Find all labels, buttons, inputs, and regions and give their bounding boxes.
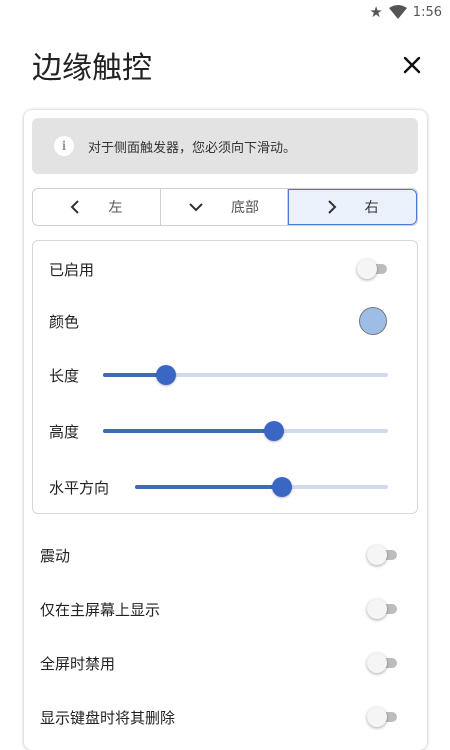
color-swatch[interactable] — [359, 307, 387, 335]
tab-right[interactable]: 右 — [288, 189, 417, 225]
chevron-right-icon — [327, 200, 337, 214]
length-slider[interactable] — [103, 365, 388, 385]
color-row: 颜色 — [49, 307, 401, 335]
close-button[interactable] — [398, 51, 426, 79]
horizontal-label: 水平方向 — [49, 478, 110, 497]
option-hide-keyboard-label: 显示键盘时将其删除 — [40, 708, 176, 727]
horizontal-slider-thumb[interactable] — [271, 477, 292, 497]
chevron-down-icon — [189, 203, 203, 212]
enabled-toggle[interactable] — [357, 259, 387, 279]
length-label: 长度 — [49, 366, 80, 385]
info-banner: i 对于侧面触发器，您必须向下滑动。 — [32, 118, 418, 174]
chevron-left-icon — [70, 200, 80, 214]
hide-keyboard-toggle[interactable] — [367, 707, 397, 727]
option-vibrate-label: 震动 — [40, 546, 71, 565]
height-slider-thumb[interactable] — [264, 421, 284, 441]
tab-bottom[interactable]: 底部 — [161, 189, 289, 225]
height-slider[interactable] — [103, 421, 388, 441]
trigger-settings: 已启用 颜色 长度 高度 水平方向 — [32, 240, 418, 514]
page-title: 边缘触控 — [32, 51, 152, 86]
enabled-row: 已启用 — [49, 255, 401, 283]
tab-right-label: 右 — [364, 200, 379, 216]
position-selector: 左 底部 右 — [32, 188, 418, 226]
header: 边缘触控 — [32, 42, 426, 88]
option-fullscreen-disable-label: 全屏时禁用 — [40, 654, 116, 673]
tab-left-label: 左 — [108, 200, 123, 216]
option-vibrate: 震动 — [40, 540, 411, 570]
option-home-only-label: 仅在主屏幕上显示 — [40, 600, 161, 619]
wifi-icon — [388, 5, 407, 19]
height-label: 高度 — [49, 422, 80, 441]
home-only-toggle[interactable] — [367, 599, 397, 619]
status-bar: ★ 1:56 — [0, 0, 450, 24]
info-icon: i — [54, 136, 74, 156]
horizontal-slider[interactable] — [135, 477, 388, 497]
color-label: 颜色 — [49, 312, 80, 331]
status-time: 1:56 — [412, 4, 442, 20]
option-home-only: 仅在主屏幕上显示 — [40, 594, 411, 624]
fullscreen-disable-toggle[interactable] — [367, 653, 397, 673]
info-text: 对于侧面触发器，您必须向下滑动。 — [88, 140, 297, 156]
option-fullscreen-disable: 全屏时禁用 — [40, 648, 411, 678]
tab-bottom-label: 底部 — [231, 200, 259, 216]
vibrate-toggle[interactable] — [367, 545, 397, 565]
tab-left[interactable]: 左 — [33, 189, 161, 225]
enabled-label: 已启用 — [49, 260, 95, 279]
length-slider-thumb[interactable] — [155, 365, 176, 385]
settings-card: i 对于侧面触发器，您必须向下滑动。 左 底部 右 已启用 颜色 长度 高度 水… — [24, 110, 427, 750]
option-hide-keyboard: 显示键盘时将其删除 — [40, 702, 411, 732]
star-icon: ★ — [369, 2, 383, 21]
close-icon — [403, 56, 421, 74]
